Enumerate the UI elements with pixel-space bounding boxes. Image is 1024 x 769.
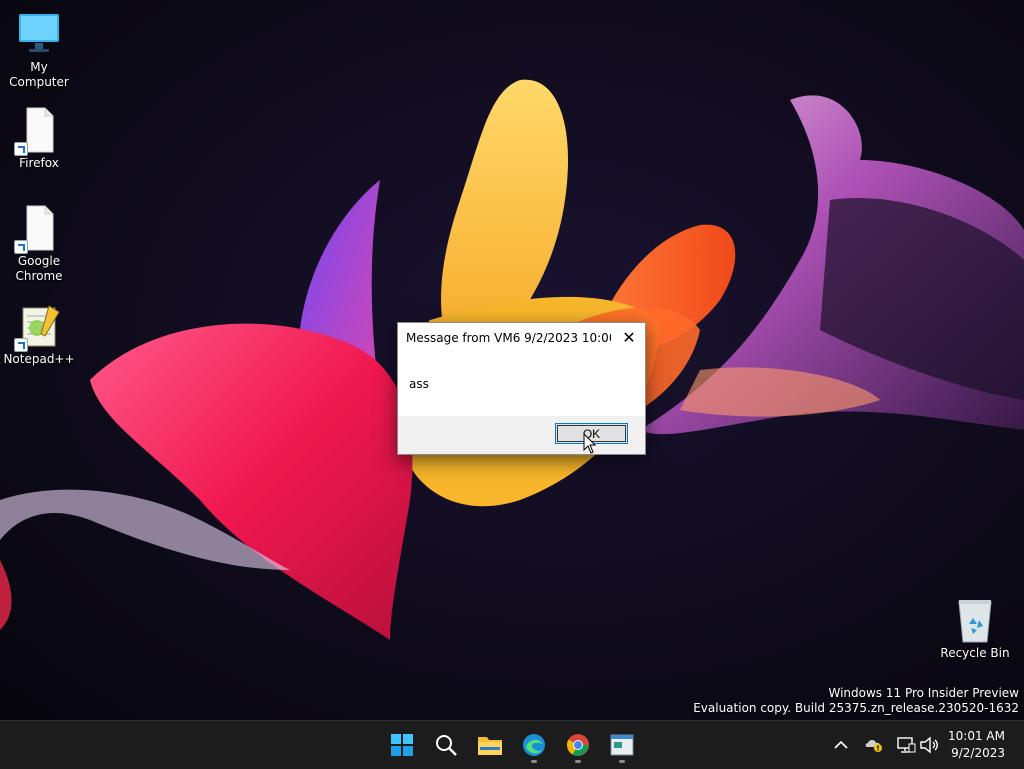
taskbar-clock[interactable]: 10:01 AM 9/2/2023 — [948, 728, 1005, 762]
clock-date: 9/2/2023 — [951, 746, 1005, 760]
clock-time: 10:01 AM — [948, 729, 1005, 743]
desktop-icon-firefox[interactable]: Firefox — [1, 106, 77, 171]
desktop-icon-my-computer[interactable]: My Computer — [1, 10, 77, 90]
folder-icon — [478, 737, 502, 755]
desktop-icon-notepad-plus-plus[interactable]: Notepad++ — [1, 302, 77, 367]
dialog-message: ass — [409, 377, 429, 391]
shortcut-arrow-icon — [14, 142, 28, 156]
taskbar: 10:01 AM 9/2/2023 — [0, 720, 1024, 769]
taskbar-message-window[interactable] — [602, 725, 642, 765]
monitor-icon — [15, 10, 63, 58]
running-indicator — [575, 760, 581, 763]
running-indicator — [619, 760, 625, 763]
running-indicator — [531, 760, 537, 763]
volume-icon — [920, 736, 938, 754]
window-app-icon — [610, 734, 634, 756]
shortcut-arrow-icon — [14, 338, 28, 352]
desktop-icon-label: My Computer — [9, 60, 69, 89]
message-dialog: Message from VM6 9/2/2023 10:00 A... ✕ a… — [397, 322, 646, 455]
taskbar-file-explorer[interactable] — [470, 725, 510, 765]
desktop-icon-recycle-bin[interactable]: Recycle Bin — [937, 596, 1013, 661]
desktop-icon-label: Google Chrome — [15, 254, 63, 283]
watermark-line-1: Windows 11 Pro Insider Preview — [828, 686, 1019, 700]
desktop-icon-label: Recycle Bin — [940, 646, 1010, 660]
recycle-bin-icon — [951, 596, 999, 644]
dialog-button-bar: OK — [398, 416, 645, 454]
dialog-titlebar[interactable]: Message from VM6 9/2/2023 10:00 A... ✕ — [398, 323, 645, 353]
shortcut-arrow-icon — [14, 240, 28, 254]
search-icon — [436, 735, 457, 756]
close-icon[interactable]: ✕ — [613, 323, 645, 353]
start-button[interactable] — [382, 725, 422, 765]
desktop-icon-google-chrome[interactable]: Google Chrome — [1, 204, 77, 284]
edge-icon — [523, 734, 545, 756]
windows-evaluation-watermark: Windows 11 Pro Insider Preview Evaluatio… — [693, 686, 1019, 716]
tray-volume[interactable] — [917, 733, 941, 757]
chevron-up-icon — [834, 740, 848, 749]
tray-network[interactable] — [894, 733, 918, 757]
chrome-icon — [567, 734, 589, 756]
desktop-icon-label: Firefox — [19, 156, 59, 170]
windows-logo-icon — [391, 734, 413, 756]
taskbar-search-button[interactable] — [426, 725, 466, 765]
blank-file-shortcut-icon — [14, 106, 63, 156]
mouse-cursor-icon — [583, 433, 597, 454]
watermark-line-2: Evaluation copy. Build 25375.zn_release.… — [693, 701, 1019, 715]
desktop-icon-label: Notepad++ — [3, 352, 75, 366]
blank-file-shortcut-icon — [14, 204, 63, 254]
onedrive-warning-icon — [865, 740, 882, 752]
show-hidden-icons-button[interactable] — [829, 733, 853, 757]
dialog-title: Message from VM6 9/2/2023 10:00 A... — [406, 331, 611, 345]
notepad-plus-plus-icon — [14, 302, 63, 352]
taskbar-edge[interactable] — [514, 725, 554, 765]
network-icon — [897, 737, 916, 753]
tray-onedrive[interactable] — [862, 733, 886, 757]
taskbar-chrome[interactable] — [558, 725, 598, 765]
